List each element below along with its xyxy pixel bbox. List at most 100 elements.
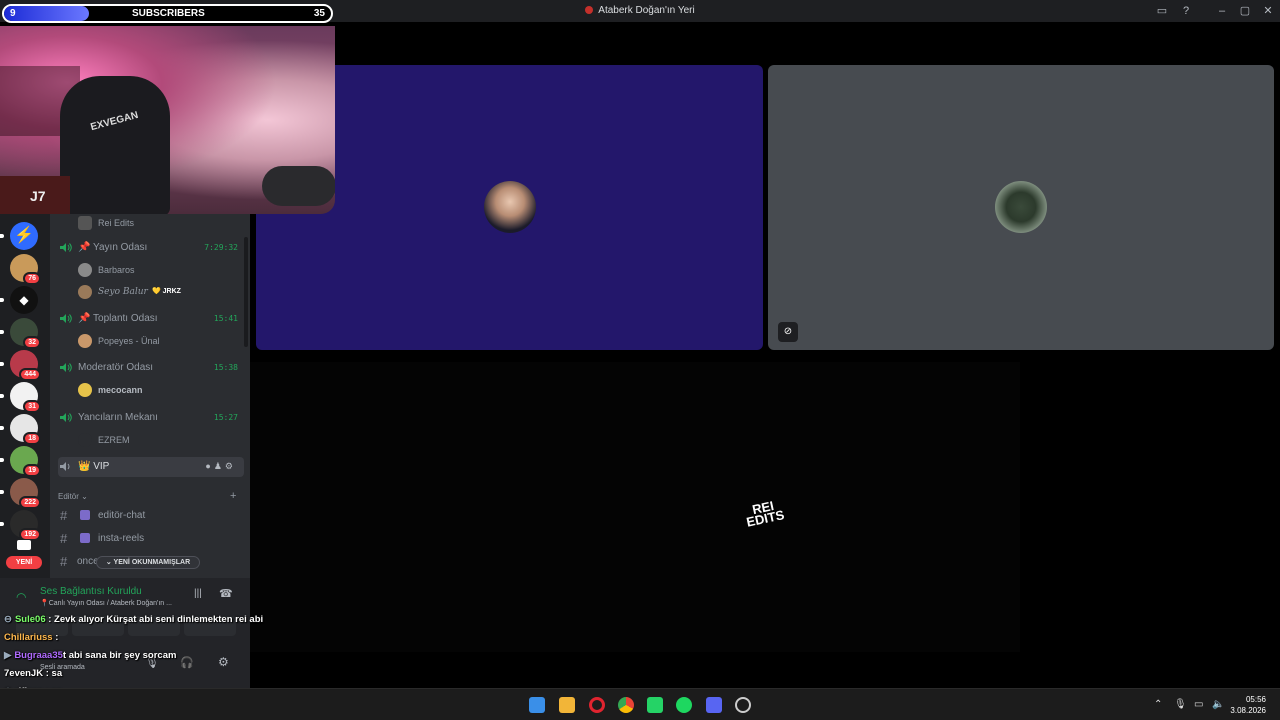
unread-pip <box>0 330 4 334</box>
clock[interactable]: 05:56 3.08.2026 <box>1230 694 1266 716</box>
server-icon[interactable]: 222 <box>10 478 41 509</box>
voice-user[interactable]: Barbaros <box>78 261 238 279</box>
speaker-icon <box>60 243 72 252</box>
clock-date: 3.08.2026 <box>1230 706 1266 715</box>
server-icon[interactable]: ⚡ <box>10 222 38 250</box>
maximize-button[interactable]: ▢ <box>1238 4 1252 18</box>
server-icon[interactable]: 192 <box>10 510 41 541</box>
discord-icon[interactable] <box>706 697 722 713</box>
help-icon[interactable]: ? <box>1179 4 1193 18</box>
spotify-icon[interactable] <box>676 697 692 713</box>
channel-actions[interactable]: ●♟⚙ <box>205 461 236 472</box>
unread-pip <box>0 490 4 494</box>
chat-message: ⊖ Sule06 : Zevk alıyor Kürşat abi seni di… <box>4 614 263 625</box>
noise-suppression-icon[interactable]: ||| <box>194 588 202 599</box>
category-header[interactable]: Editör ⌄ <box>58 492 88 501</box>
subscriber-label: SUBSCRIBERS <box>132 8 205 19</box>
username: mecocann <box>98 385 143 395</box>
voice-user[interactable]: EZREM <box>78 431 238 449</box>
voice-channel[interactable]: Yancıların Mekanı 15:27 <box>58 408 244 428</box>
video-tile-2[interactable]: ⊘ <box>768 65 1274 350</box>
chat-text: t abi sana bir şey sorcam <box>62 650 177 661</box>
user-avatar <box>78 263 92 277</box>
subscriber-progress-fill <box>4 6 90 21</box>
voice-channel-vip[interactable]: 👑 VIP ●♟⚙ <box>58 457 244 477</box>
server-rail: ⚡ 76 ◆ 32 444 31 18 19 222 192 <box>0 214 50 588</box>
channel-name: Yancıların Mekanı <box>78 412 158 423</box>
unread-pip <box>0 522 4 526</box>
unread-pill[interactable]: ⌄ YENİ OKUNMAMIŞLAR <box>96 556 200 569</box>
platform-icon: ▶ <box>4 650 12 661</box>
video-stage: ⊘ REI EDITS <box>250 22 1280 688</box>
server-icon[interactable]: 18 <box>10 414 41 445</box>
unread-pip <box>0 426 4 430</box>
close-button[interactable]: ✕ <box>1261 4 1275 18</box>
user-avatar <box>78 433 92 447</box>
chat-text: : Zevk alıyor Kürşat abi seni dinlemekte… <box>45 614 264 625</box>
voice-status[interactable]: Ses Bağlantısı Kuruldu <box>40 586 142 597</box>
channel-emoji-icon <box>80 533 90 543</box>
chat-username: Sule06 <box>14 614 46 625</box>
call-timer: 15:41 <box>213 314 238 323</box>
server-icon[interactable]: 444 <box>10 350 41 381</box>
tray-mic-icon[interactable]: 🎙 <box>1174 699 1187 710</box>
add-channel-icon[interactable]: + <box>230 490 236 502</box>
voice-user[interactable]: Seyo Balur 💛 JRKZ <box>78 283 238 301</box>
voice-channel[interactable]: 📌 Yayın Odası 7:29:32 <box>58 238 244 258</box>
unread-label: YENİ OKUNMAMIŞLAR <box>113 559 191 566</box>
network-icon[interactable]: ▭ <box>1194 699 1203 710</box>
hash-icon: # <box>60 508 68 523</box>
server-icon[interactable]: ◆ <box>10 286 38 314</box>
voice-user[interactable]: Popeyes - Ünal <box>78 332 238 350</box>
user-settings-icon[interactable]: ⚙ <box>218 655 229 669</box>
mention-badge: 222 <box>19 496 41 509</box>
chrome-icon[interactable] <box>618 697 634 713</box>
voice-channel[interactable]: Moderatör Odası 15:38 <box>58 358 244 378</box>
server-icon[interactable]: 76 <box>10 254 41 285</box>
speaker-icon <box>60 363 72 372</box>
unread-pip <box>0 458 4 462</box>
chat-username: 7evenJK <box>4 668 44 679</box>
whatsapp-icon[interactable] <box>647 697 663 713</box>
text-channel[interactable]: # editör-chat <box>58 506 244 526</box>
text-channel[interactable]: # insta-reels <box>58 529 244 549</box>
signal-icon: ◠ <box>16 590 27 604</box>
chat-message: 7evenJK : sa <box>4 668 62 679</box>
channel-name: 👑 VIP <box>78 461 110 472</box>
participant-avatar <box>484 181 536 233</box>
file-explorer-icon[interactable] <box>559 697 575 713</box>
jersey-number: J7 <box>30 188 46 204</box>
user-avatar <box>78 216 92 230</box>
call-timer: 7:29:32 <box>204 243 238 252</box>
stream-tile[interactable] <box>250 362 1020 652</box>
server-icon[interactable]: 31 <box>10 382 41 413</box>
tray-chevron-icon[interactable]: ⌃ <box>1154 699 1162 710</box>
hash-icon: # <box>60 531 68 546</box>
channel-name: 📌 Toplantı Odası <box>78 313 158 324</box>
opera-icon[interactable] <box>589 697 605 713</box>
minimize-button[interactable]: – <box>1215 4 1229 18</box>
unread-pip <box>0 362 4 366</box>
deafen-icon[interactable]: 🎧 <box>180 656 194 669</box>
volume-icon[interactable]: 🔈 <box>1212 699 1224 710</box>
mention-badge: 76 <box>23 272 41 285</box>
voice-user[interactable]: mecocann <box>78 381 238 399</box>
inbox-icon[interactable]: ▭ <box>1155 4 1169 18</box>
camera-off-icon: ⊘ <box>778 322 798 342</box>
voice-location[interactable]: 📍Canlı Yayın Odası / Ataberk Doğan'ın ..… <box>40 599 172 607</box>
window-title-text: Ataberk Doğan'ın Yeri <box>598 5 695 16</box>
username: Rei Edits <box>98 218 135 228</box>
new-badge[interactable]: YENİ <box>6 556 42 569</box>
mention-badge: 32 <box>23 336 41 349</box>
mention-badge: 18 <box>23 432 41 445</box>
server-icon[interactable]: 32 <box>10 318 41 349</box>
channel-scrollbar[interactable] <box>244 237 248 347</box>
windows-start-icon[interactable] <box>529 697 545 713</box>
hash-icon: # <box>60 554 68 569</box>
disconnect-icon[interactable]: ☎ <box>219 587 233 600</box>
steam-icon[interactable] <box>735 697 751 713</box>
server-icon[interactable] <box>17 540 31 550</box>
voice-channel[interactable]: 📌 Toplantı Odası 15:41 <box>58 309 244 329</box>
server-icon[interactable]: 19 <box>10 446 41 477</box>
voice-user[interactable]: Rei Edits <box>78 214 238 232</box>
